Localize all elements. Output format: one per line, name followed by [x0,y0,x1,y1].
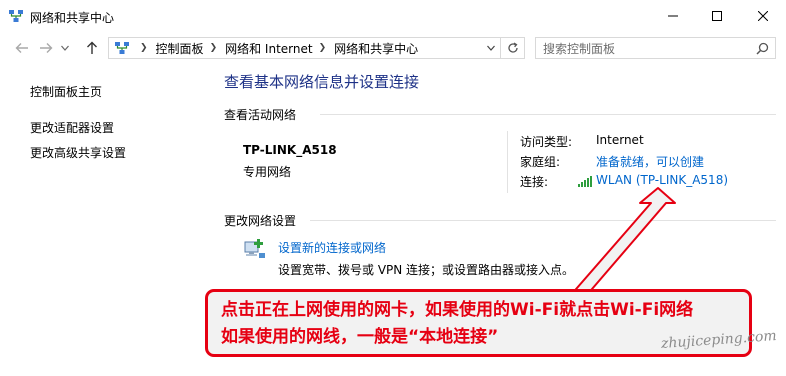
annotation-line-1: 点击正在上网使用的网卡，如果使用的Wi-Fi就点击Wi-Fi网络 [221,300,694,320]
